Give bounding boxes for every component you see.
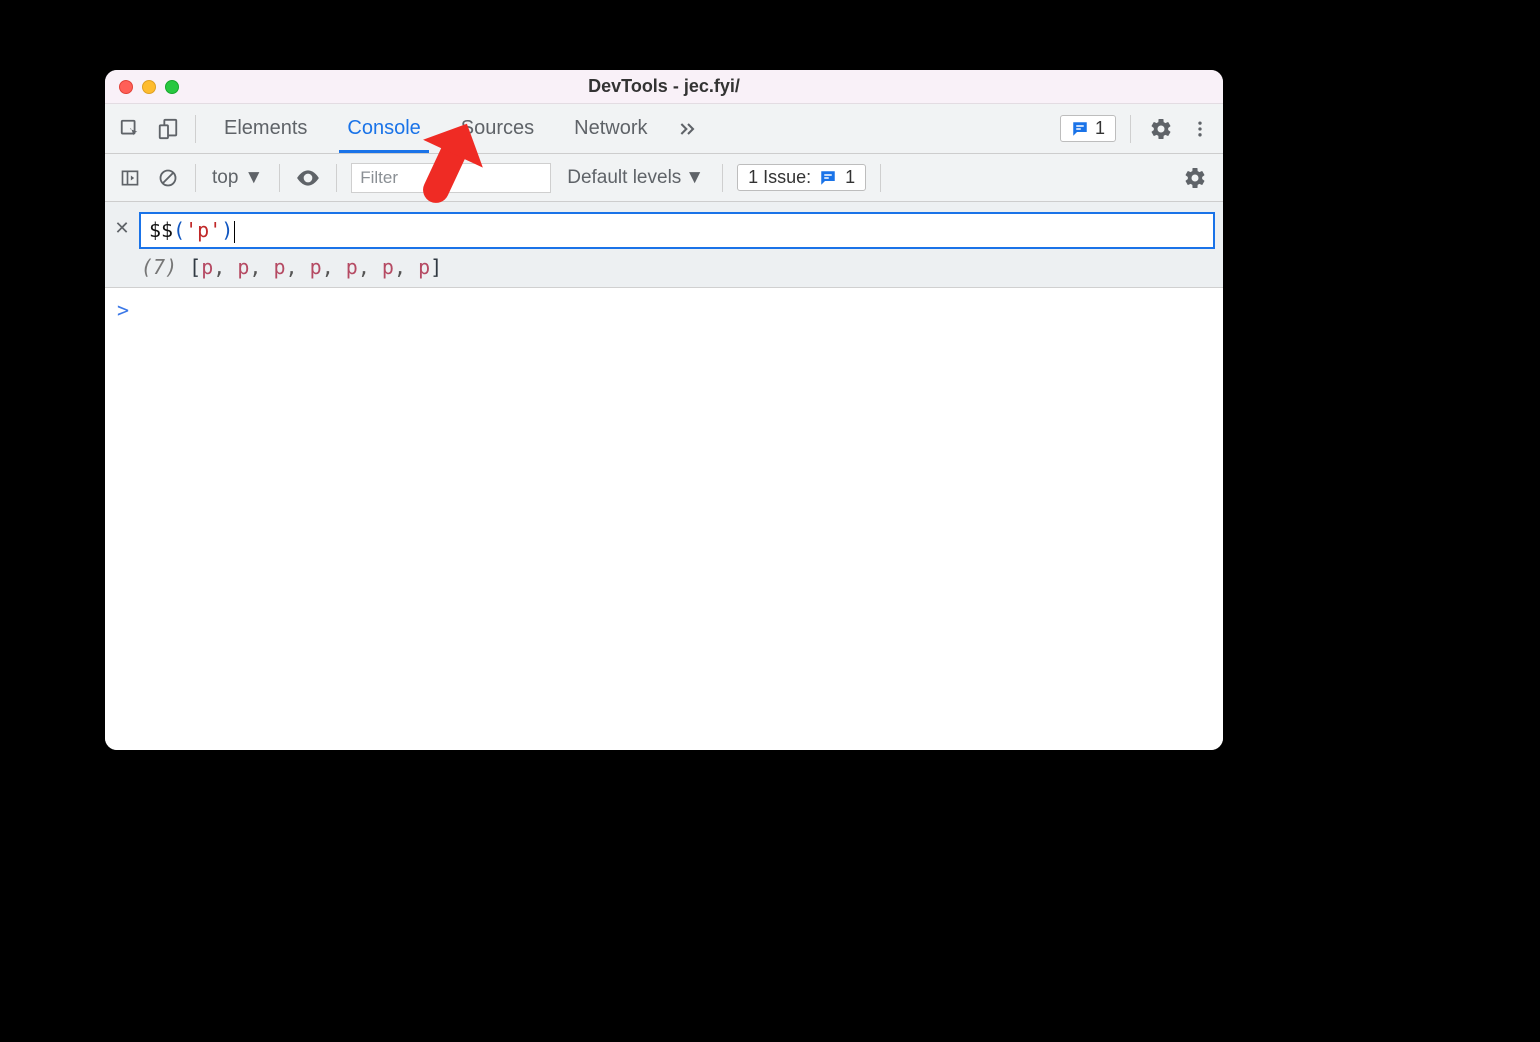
live-expression-result[interactable]: (7) [p, p, p, p, p, p, p] xyxy=(139,255,1215,279)
devtools-window: DevTools - jec.fyi/ Elements Console Sou… xyxy=(105,70,1223,750)
comma: , xyxy=(249,255,273,279)
console-settings-button[interactable] xyxy=(1173,166,1217,190)
device-toggle-icon[interactable] xyxy=(149,110,187,148)
comma: , xyxy=(213,255,237,279)
result-element[interactable]: p xyxy=(237,255,249,279)
log-levels-selector[interactable]: Default levels ▼ xyxy=(557,167,714,189)
result-count: (7) xyxy=(141,255,177,279)
result-element[interactable]: p xyxy=(346,255,358,279)
comma: , xyxy=(358,255,382,279)
result-element[interactable]: p xyxy=(418,255,430,279)
more-options-button[interactable] xyxy=(1183,119,1217,139)
divider xyxy=(1130,115,1131,143)
issues-button[interactable]: 1 Issue: 1 xyxy=(737,164,866,191)
issues-count: 1 xyxy=(845,167,855,188)
result-element[interactable]: p xyxy=(274,255,286,279)
live-expression-row: ✕ $$('p') (7) [p, p, p, p, p, p, p] xyxy=(105,202,1223,288)
feedback-button[interactable]: 1 xyxy=(1060,115,1116,142)
titlebar: DevTools - jec.fyi/ xyxy=(105,70,1223,104)
divider xyxy=(722,164,723,192)
clear-console-icon[interactable] xyxy=(149,159,187,197)
result-element[interactable]: p xyxy=(310,255,322,279)
console-prompt-caret: > xyxy=(117,298,129,322)
feedback-count: 1 xyxy=(1095,118,1105,139)
tab-elements[interactable]: Elements xyxy=(204,104,327,153)
levels-label: Default levels xyxy=(567,167,681,189)
divider xyxy=(195,164,196,192)
live-expression-button[interactable] xyxy=(288,165,328,191)
feedback-icon xyxy=(819,169,837,187)
panel-tabs: Elements Console Sources Network xyxy=(204,104,708,153)
divider xyxy=(279,164,280,192)
zoom-window-button[interactable] xyxy=(165,80,179,94)
result-element[interactable]: p xyxy=(382,255,394,279)
settings-button[interactable] xyxy=(1139,117,1183,141)
tab-console[interactable]: Console xyxy=(327,104,440,153)
traffic-lights xyxy=(105,80,179,94)
divider xyxy=(336,164,337,192)
comma: , xyxy=(286,255,310,279)
context-selector[interactable]: top ▼ xyxy=(204,167,271,189)
text-cursor xyxy=(234,221,235,243)
window-title: DevTools - jec.fyi/ xyxy=(105,76,1223,97)
issues-label: 1 Issue: xyxy=(748,167,811,188)
filter-input[interactable] xyxy=(351,163,551,193)
chevron-down-icon: ▼ xyxy=(244,167,263,189)
more-tabs-button[interactable] xyxy=(668,104,708,153)
divider xyxy=(880,164,881,192)
expr-close-paren: ) xyxy=(221,218,233,242)
comma: , xyxy=(322,255,346,279)
close-window-button[interactable] xyxy=(119,80,133,94)
result-close-bracket: ] xyxy=(430,255,442,279)
result-open-bracket: [ xyxy=(189,255,201,279)
divider xyxy=(195,115,196,143)
tab-network[interactable]: Network xyxy=(554,104,667,153)
chevron-down-icon: ▼ xyxy=(685,167,704,189)
result-element[interactable]: p xyxy=(201,255,213,279)
expr-open-paren: ( xyxy=(173,218,185,242)
expr-string: 'p' xyxy=(185,218,221,242)
main-toolbar: Elements Console Sources Network 1 xyxy=(105,104,1223,154)
live-expression-input[interactable]: $$('p') xyxy=(139,212,1215,249)
console-output[interactable]: > xyxy=(105,288,1223,751)
tab-sources[interactable]: Sources xyxy=(441,104,554,153)
comma: , xyxy=(394,255,418,279)
minimize-window-button[interactable] xyxy=(142,80,156,94)
inspect-element-icon[interactable] xyxy=(111,110,149,148)
context-label: top xyxy=(212,167,238,189)
toggle-sidebar-icon[interactable] xyxy=(111,159,149,197)
console-filterbar: top ▼ Default levels ▼ 1 Issue: 1 xyxy=(105,154,1223,202)
remove-expression-button[interactable]: ✕ xyxy=(113,218,131,239)
expr-fn: $$ xyxy=(149,218,173,242)
feedback-icon xyxy=(1071,120,1089,138)
